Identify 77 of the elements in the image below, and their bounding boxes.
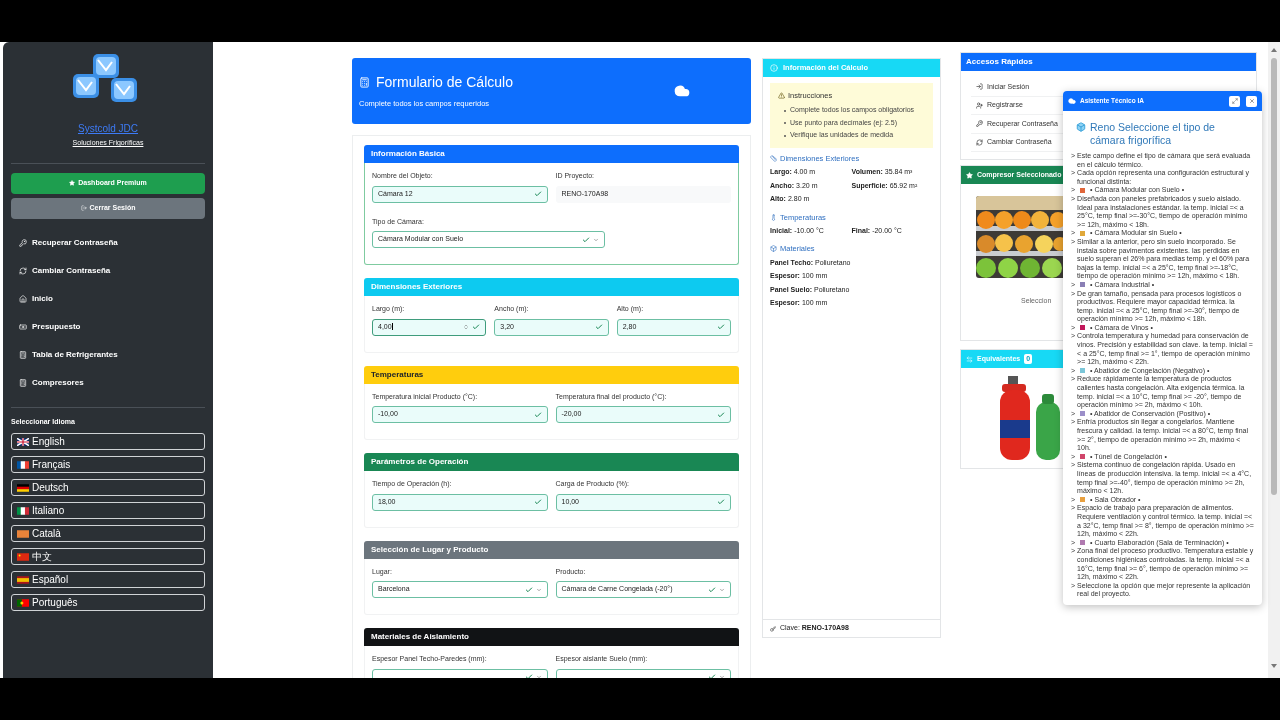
check-icon [533,410,542,419]
section-header: Parámetros de Operación [364,453,739,471]
chevron-icon [535,674,542,678]
section-header: Información Básica [364,145,739,163]
chevron-icon [535,586,542,593]
calculator-icon [359,77,370,89]
check-icon [717,410,725,419]
check-icon [708,585,716,594]
key-icon [976,120,983,128]
section-header: Temperaturas [364,365,739,384]
flag-icon [17,598,29,607]
language-button[interactable]: 中文 [11,548,205,565]
flag-icon [17,483,29,492]
check-icon [533,498,542,506]
cube-icon [770,245,777,253]
language-button[interactable]: Português [11,594,205,611]
nav-link[interactable]: Compresores [11,368,205,397]
cube-icon [1076,122,1086,132]
calculator-icon [19,378,27,387]
nav-link[interactable]: Cambiar Contraseña [11,256,205,285]
expand-icon [1231,98,1238,104]
check-icon [717,498,725,506]
star-icon [69,180,76,186]
user-plus-icon [976,101,983,109]
spinner-icon[interactable] [463,324,470,330]
swap-icon [966,355,973,363]
section-header: Materiales de Aislamiento [364,628,739,646]
assistant-heading: Reno Seleccione el tipo de cámara frigorífica [1090,121,1216,147]
chevron-icon [719,586,725,593]
logout-icon [80,205,87,211]
language-button[interactable]: English [11,433,205,450]
language-button[interactable]: Français [11,456,205,473]
flag-icon [17,506,29,515]
check-icon [533,190,542,198]
check-icon [472,323,481,331]
language-button[interactable]: Català [11,525,205,542]
close-button[interactable] [1246,95,1257,107]
warning-icon [778,92,785,100]
check-icon [524,673,533,678]
flag-icon [17,437,29,446]
brand-link[interactable]: Systcold JDC [78,121,138,136]
flag-icon [17,575,29,584]
home-icon [19,294,27,303]
key-icon [770,625,776,632]
check-icon [582,235,591,244]
language-button[interactable]: Español [11,571,205,588]
check-icon [594,323,603,331]
refresh-icon [19,266,27,275]
cloud-icon [1068,97,1076,105]
check-icon [524,585,533,594]
cloud-icon [674,83,690,99]
form-title: Formulario de Cálculo [376,73,513,93]
thermometer-icon [770,213,777,221]
login-icon [976,83,983,91]
star-icon [966,171,973,179]
calculator-icon [19,350,27,359]
flag-icon [17,460,29,469]
language-button[interactable]: Deutsch [11,479,205,496]
section-header: Dimensiones Exteriores [364,278,739,296]
nav-link[interactable]: Tabla de Refrigerantes [11,340,205,369]
close-icon [1248,98,1255,104]
card-header: Accesos Rápidos [961,53,1256,71]
nav-link[interactable]: Inicio [11,284,205,313]
section-header: Selección de Lugar y Producto [364,540,739,559]
nav-link[interactable]: Presupuesto [11,312,205,341]
key-icon [19,238,27,247]
nav-link[interactable]: Recuperar Contraseña [11,228,205,257]
language-button[interactable]: Italiano [11,502,205,519]
refresh-icon [976,138,983,146]
flag-icon [17,529,29,538]
ruler-icon [770,154,777,162]
check-icon [717,323,725,331]
expand-button[interactable] [1229,95,1240,107]
info-icon [770,64,778,72]
banknote-icon [19,322,27,331]
flag-icon [17,552,29,561]
chevron-icon [593,236,600,243]
